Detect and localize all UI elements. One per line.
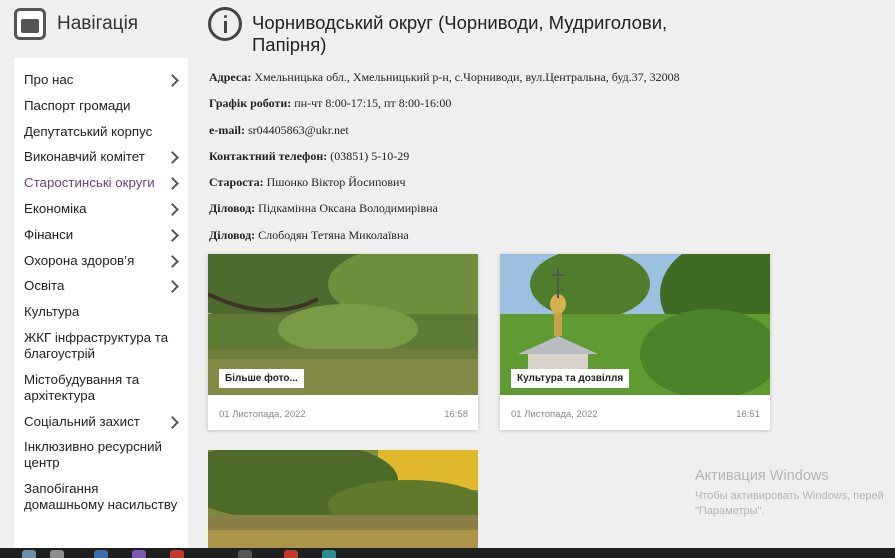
sidebar-item[interactable]: Містобудування та архітектура bbox=[14, 372, 188, 404]
detail-label: Адреса: bbox=[209, 70, 252, 84]
info-icon bbox=[208, 7, 242, 41]
detail-row: Графік роботи: пн-чт 8:00-17:15, пт 8:00… bbox=[209, 96, 769, 122]
sidebar-item-label: Запобігання домашньому насильству bbox=[24, 481, 178, 513]
chevron-right-icon[interactable] bbox=[168, 278, 178, 294]
watermark-title: Активация Windows bbox=[695, 468, 829, 484]
nav-title: Навігація bbox=[57, 13, 139, 34]
app-window-icon bbox=[14, 8, 46, 40]
taskbar-app-icon[interactable] bbox=[170, 550, 184, 558]
chevron-right-icon[interactable] bbox=[168, 201, 178, 217]
detail-row: Діловод: Слободян Тетяна Миколаївна bbox=[209, 228, 769, 254]
windows-activation-watermark: Активация Windows Чтобы активировать Win… bbox=[695, 468, 884, 519]
detail-value[interactable]: sr04405863@ukr.net bbox=[248, 123, 349, 137]
sidebar-item-label: Інклюзивно ресурсний центр bbox=[24, 439, 162, 471]
detail-value: Хмельницька обл., Хмельницький р-н, с.Чо… bbox=[254, 70, 680, 84]
news-photo-lake[interactable] bbox=[208, 450, 478, 558]
sidebar-item[interactable]: Депутатський корпус bbox=[14, 124, 188, 140]
detail-label: Контактний телефон: bbox=[209, 148, 328, 163]
taskbar-app-icon[interactable] bbox=[50, 550, 64, 558]
sidebar-item[interactable]: Соціальний захист bbox=[14, 414, 188, 430]
contact-details: Адреса: Хмельницька обл., Хмельницький р… bbox=[209, 70, 769, 254]
watermark-line-3: "Параметры". bbox=[695, 505, 765, 517]
chevron-right-icon[interactable] bbox=[168, 72, 178, 88]
sidebar-item[interactable]: Інклюзивно ресурсний центр bbox=[14, 439, 188, 471]
sidebar-item[interactable]: Фінанси bbox=[14, 227, 188, 243]
detail-row: Староста: Пшонко Віктор Йосипович bbox=[209, 175, 769, 201]
sidebar: Про нас Паспорт громади Депутатський корпу… bbox=[14, 58, 188, 558]
news-card-3[interactable] bbox=[208, 450, 478, 558]
sidebar-item[interactable]: ЖКГ інфраструктура та благоустрій bbox=[14, 330, 188, 362]
card-date: 01 Листопада, 2022 bbox=[219, 409, 306, 420]
detail-value: пн-чт 8:00-17:15, пт 8:00-16:00 bbox=[294, 96, 452, 111]
taskbar-app-icon[interactable] bbox=[322, 550, 336, 558]
watermark-text: Чтобы активировать Windows, перей "Парам… bbox=[695, 489, 884, 519]
sidebar-item-label: ЖКГ інфраструктура та благоустрій bbox=[24, 329, 169, 361]
nav-header: Навігація bbox=[14, 6, 194, 42]
sidebar-item-label: Містобудування та архітектура bbox=[24, 371, 140, 403]
sidebar-item-label: Соціальний захист bbox=[24, 413, 140, 429]
detail-value: Слободян Тетяна Миколаївна bbox=[258, 227, 409, 242]
chevron-right-icon[interactable] bbox=[168, 175, 178, 191]
detail-value: (03851) 5-10-29 bbox=[330, 148, 410, 163]
detail-label: e-mail: bbox=[209, 122, 245, 137]
sidebar-item[interactable]: Про нас bbox=[14, 72, 188, 88]
news-card-2[interactable]: Культура та дозвілля 01 Листопада, 2022 … bbox=[500, 254, 770, 430]
detail-value: Пшонко Віктор Йосипович bbox=[266, 175, 406, 190]
news-card-1[interactable]: Більше фото... 01 Листопада, 2022 16:58 bbox=[208, 254, 478, 430]
taskbar-app-icon[interactable] bbox=[22, 550, 36, 558]
card-date: 01 Листопада, 2022 bbox=[511, 409, 598, 420]
card-time: 16:58 bbox=[444, 409, 468, 420]
detail-row: Діловод: Підкамінна Оксана Володимирівна bbox=[209, 201, 769, 227]
detail-row: e-mail: sr04405863@ukr.net bbox=[209, 123, 769, 149]
sidebar-item-label: Старостинські округи bbox=[24, 175, 155, 191]
sidebar-item[interactable]: Запобігання домашньому насильству bbox=[14, 481, 188, 513]
sidebar-item[interactable]: Старостинські округи bbox=[14, 175, 188, 191]
sidebar-item[interactable]: Економіка bbox=[14, 201, 188, 217]
taskbar-app-icon[interactable] bbox=[94, 550, 108, 558]
detail-label: Староста: bbox=[209, 175, 264, 190]
sidebar-item[interactable]: Паспорт громади bbox=[14, 98, 188, 114]
chevron-right-icon[interactable] bbox=[168, 149, 178, 165]
card-tag[interactable]: Більше фото... bbox=[219, 369, 304, 388]
detail-label: Графік роботи: bbox=[209, 96, 292, 111]
detail-value: Підкамінна Оксана Володимирівна bbox=[258, 201, 438, 216]
chevron-right-icon[interactable] bbox=[168, 227, 178, 243]
taskbar-app-icon[interactable] bbox=[284, 550, 298, 558]
sidebar-item[interactable]: Охорона здоров’я bbox=[14, 253, 188, 269]
sidebar-item[interactable]: Виконавчий комітет bbox=[14, 149, 188, 165]
chevron-right-icon[interactable] bbox=[168, 414, 178, 430]
taskbar[interactable] bbox=[0, 548, 895, 558]
detail-row: Адреса: Хмельницька обл., Хмельницький р… bbox=[209, 70, 769, 96]
sidebar-item-label: Освіта bbox=[24, 278, 65, 294]
sidebar-item-label: Паспорт громади bbox=[24, 97, 131, 113]
detail-label: Діловод: bbox=[209, 227, 256, 242]
sidebar-item-label: Охорона здоров’я bbox=[24, 252, 135, 268]
sidebar-item-label: Економіка bbox=[24, 200, 87, 216]
page-title: Чорниводський округ (Чорниводи, Мудригол… bbox=[252, 12, 668, 55]
detail-row: Контактний телефон: (03851) 5-10-29 bbox=[209, 149, 769, 175]
sidebar-item-label: Фінанси bbox=[24, 226, 74, 242]
card-tag[interactable]: Культура та дозвілля bbox=[511, 369, 630, 388]
sidebar-item[interactable]: Освіта bbox=[14, 278, 188, 294]
sidebar-item-label: Про нас bbox=[24, 72, 74, 87]
taskbar-app-icon[interactable] bbox=[238, 550, 252, 558]
card-time: 16:51 bbox=[736, 409, 760, 420]
sidebar-item[interactable]: Культура bbox=[14, 304, 188, 320]
watermark-line-2: Чтобы активировать Windows, перей bbox=[695, 490, 884, 502]
detail-label: Діловод: bbox=[209, 201, 256, 216]
taskbar-app-icon[interactable] bbox=[132, 550, 146, 558]
sidebar-item-label: Культура bbox=[24, 304, 80, 320]
nav-list: Про нас Паспорт громади Депутатський корпу… bbox=[14, 58, 188, 513]
sidebar-item-label: Виконавчий комітет bbox=[24, 149, 145, 165]
sidebar-item-label: Депутатський корпус bbox=[24, 123, 153, 139]
chevron-right-icon[interactable] bbox=[168, 253, 178, 269]
